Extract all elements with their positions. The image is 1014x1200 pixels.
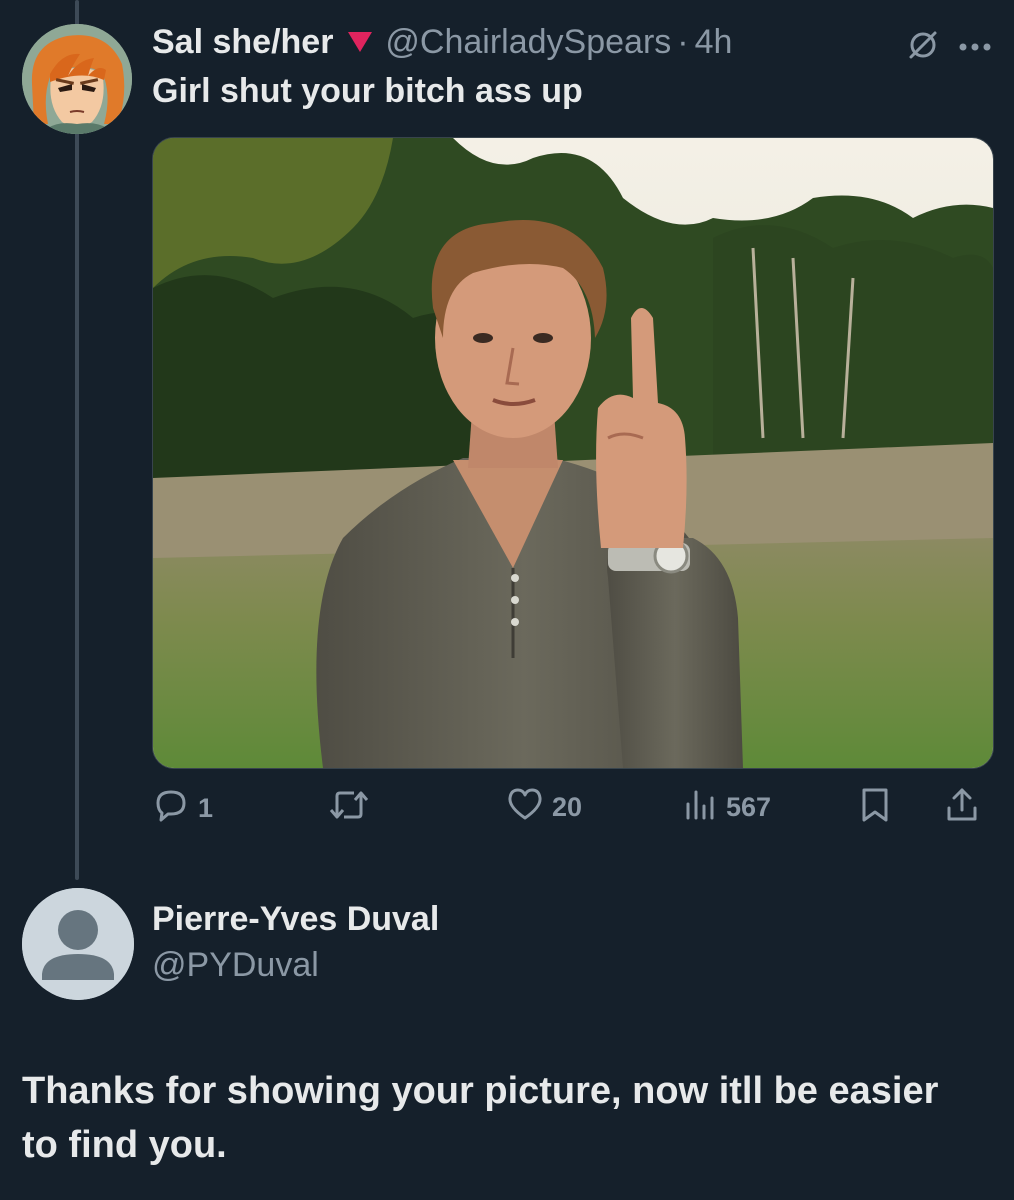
tweet-header: Sal she/her @ChairladySpears · 4h	[152, 20, 992, 64]
author-display-name[interactable]: Sal she/her	[152, 23, 333, 62]
avatar[interactable]	[22, 24, 132, 134]
reply-author-handle[interactable]: @PYDuval	[152, 946, 319, 985]
like-button[interactable]: 20	[506, 786, 582, 829]
tweet-thread: Sal she/her @ChairladySpears · 4h Girl s…	[0, 0, 1014, 1200]
like-count: 20	[552, 792, 583, 822]
reply-text: Thanks for showing your picture, now itl…	[22, 1070, 939, 1166]
bookmark-button[interactable]	[858, 786, 892, 831]
share-icon	[944, 786, 980, 831]
reply-button[interactable]: 1	[152, 786, 213, 831]
views-button[interactable]: 567	[682, 786, 771, 829]
retweet-icon	[328, 786, 370, 831]
retweet-button[interactable]	[328, 786, 378, 831]
reply-count: 1	[198, 793, 214, 823]
red-triangle-down-icon	[347, 31, 373, 53]
reply-author-display-name[interactable]: Pierre-Yves Duval	[152, 900, 439, 939]
views-count: 567	[726, 792, 772, 822]
tweet-header-icons	[906, 28, 992, 67]
heart-icon	[506, 786, 544, 829]
tweet-action-bar: 1 20 567	[152, 786, 992, 830]
default-avatar[interactable]	[22, 888, 134, 1000]
tweet-timestamp[interactable]: 4h	[695, 23, 733, 62]
tweet-text: Girl shut your bitch ass up	[152, 72, 583, 110]
tweet-photo[interactable]	[152, 137, 994, 769]
bookmark-icon	[858, 786, 892, 831]
more-options-icon[interactable]	[958, 39, 992, 57]
grok-icon[interactable]	[906, 28, 940, 67]
share-button[interactable]	[944, 786, 980, 831]
separator-dot: ·	[677, 22, 689, 61]
author-handle[interactable]: @ChairladySpears	[385, 23, 671, 62]
bar-chart-icon	[682, 786, 718, 829]
reply-icon	[152, 786, 190, 831]
